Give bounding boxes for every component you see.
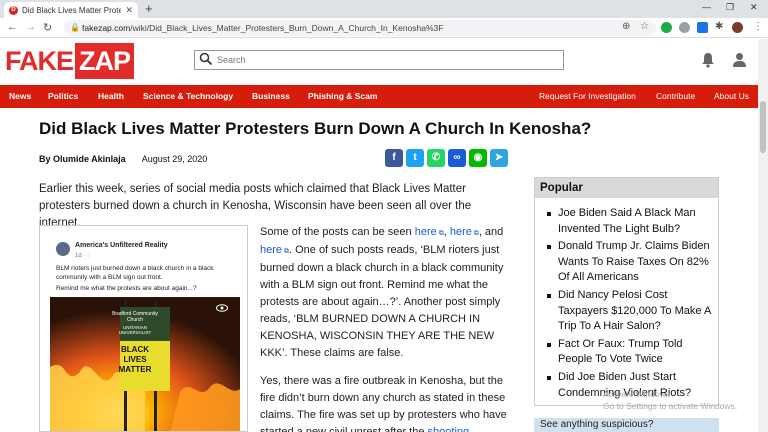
suspicious-widget[interactable]: See anything suspicious? — [534, 418, 719, 432]
sign-blm-text: BLACK LIVES MATTER — [118, 345, 152, 374]
search-input[interactable] — [194, 50, 564, 70]
globe-icon: ◌ — [87, 253, 91, 259]
nav-contribute[interactable]: Contribute — [656, 85, 695, 108]
facebook-share-icon[interactable]: f — [385, 149, 403, 167]
author[interactable]: By Olumide Akinlaja — [39, 154, 126, 164]
scrollbar-thumb[interactable] — [760, 101, 766, 153]
twitter-share-icon[interactable]: t — [406, 149, 424, 167]
popular-title: Popular — [535, 178, 718, 198]
restore-icon[interactable]: ❐ — [726, 2, 734, 13]
site-logo[interactable]: FAKE ZAP — [5, 41, 135, 81]
link-here-3[interactable]: here — [260, 244, 282, 256]
browser-tab[interactable]: D Did Black Lives Matter Protesters ✕ — [4, 2, 138, 18]
link-shooting[interactable]: shooting — [428, 426, 470, 432]
church-fire-photo: Bradford Community Church UNITARIAN UNIV… — [50, 297, 240, 431]
publish-date: August 29, 2020 — [141, 154, 208, 164]
line-share-icon[interactable]: ◉ — [469, 149, 487, 167]
reload-icon[interactable]: ↻ — [43, 21, 52, 34]
window-close-icon[interactable]: ✕ — [750, 2, 758, 13]
url-bar[interactable]: 🔒 fakezap.com/wiki/Did_Black_Lives_Matte… — [64, 20, 656, 36]
post-time: 1d · ◌ — [75, 253, 91, 259]
nav-news[interactable]: News — [9, 85, 31, 108]
article-paragraph-2: Yes, there was a fire outbreak in Kenosh… — [260, 373, 510, 432]
search-icon — [199, 52, 213, 66]
byline: By Olumide Akinlaja August 29, 2020 — [39, 154, 207, 164]
telegram-share-icon[interactable]: ➤ — [490, 149, 508, 167]
close-icon[interactable]: ✕ — [125, 5, 133, 16]
new-tab-icon[interactable]: + — [145, 1, 153, 16]
browser-menu-icon[interactable]: ⋮ — [753, 21, 763, 32]
nav-about-us[interactable]: About Us — [714, 85, 749, 108]
site-header: FAKE ZAP — [0, 39, 758, 85]
link-here-1[interactable]: here — [415, 226, 437, 238]
extension-green-icon[interactable] — [661, 22, 672, 33]
site-favicon-icon: D — [9, 5, 18, 15]
article-body: Some of the posts can be seen here ⧉, he… — [260, 224, 510, 432]
popular-item[interactable]: Did Nancy Pelosi Cost Taxpayers $120,000… — [547, 288, 714, 335]
nav-science-technology[interactable]: Science & Technology — [143, 85, 233, 108]
browser-tab-strip: D Did Black Lives Matter Protesters ✕ + … — [0, 0, 768, 18]
windows-activation-watermark: Activate Windows Go to Settings to activ… — [603, 389, 738, 411]
forward-arrow-icon[interactable]: → — [25, 21, 36, 33]
profile-avatar[interactable] — [732, 22, 743, 33]
url-host: fakezap.com — [82, 23, 131, 33]
embedded-social-post[interactable]: America's Unfiltered Reality 1d · ◌ BLM … — [39, 225, 248, 432]
nav-politics[interactable]: Politics — [48, 85, 78, 108]
article-paragraph-1: Some of the posts can be seen here ⧉, he… — [260, 226, 504, 359]
bell-icon[interactable] — [701, 52, 715, 68]
post-account-name: America's Unfiltered Reality — [75, 242, 168, 249]
minimize-icon[interactable]: — — [702, 2, 711, 12]
whatsapp-share-icon[interactable]: ✆ — [427, 149, 445, 167]
post-text-line1: BLM rioters just burned down a black chu… — [56, 265, 214, 281]
tab-title: Did Black Lives Matter Protesters — [22, 5, 122, 15]
nav-phishing-scam[interactable]: Phishing & Scam — [308, 85, 377, 108]
external-link-icon: ⧉ — [436, 230, 444, 237]
link-here-2[interactable]: here — [450, 226, 472, 238]
main-nav: News Politics Health Science & Technolog… — [0, 85, 758, 108]
user-icon[interactable] — [732, 52, 747, 68]
eye-icon[interactable] — [216, 304, 228, 312]
external-link-icon: ⧉ — [282, 248, 289, 255]
post-text-line2: Remind me what the protests are about ag… — [56, 285, 197, 292]
post-avatar — [56, 242, 70, 256]
page-scrollbar[interactable] — [758, 39, 768, 432]
popular-widget: Popular Joe Biden Said A Black Man Inven… — [534, 177, 719, 406]
extension-blue-icon[interactable] — [697, 22, 708, 33]
sign-denomination: UNITARIAN UNIVERSALIST — [118, 325, 152, 335]
popular-item[interactable]: Fact Or Faux: Trump Told People To Vote … — [547, 337, 714, 368]
popular-item[interactable]: Donald Trump Jr. Claims Biden Wants To R… — [547, 239, 714, 286]
link-share-icon[interactable]: ∞ — [448, 149, 466, 167]
popular-item[interactable]: Joe Biden Said A Black Man Invented The … — [547, 206, 714, 237]
extension-grey-icon[interactable] — [679, 22, 690, 33]
nav-health[interactable]: Health — [98, 85, 124, 108]
bookmark-star-icon[interactable]: ☆ — [640, 21, 649, 32]
sign-church-name: Bradford Community Church — [112, 311, 158, 323]
extensions-puzzle-icon[interactable]: ✱ — [715, 21, 723, 32]
zoom-icon[interactable]: ⊕ — [622, 21, 630, 32]
logo-fake: FAKE — [5, 45, 74, 76]
nav-business[interactable]: Business — [252, 85, 290, 108]
back-arrow-icon[interactable]: ← — [7, 21, 18, 33]
external-link-icon: ⧉ — [471, 230, 479, 237]
url-path: /wiki/Did_Black_Lives_Matter_Protesters_… — [130, 23, 444, 33]
popular-list: Joe Biden Said A Black Man Invented The … — [535, 198, 718, 401]
logo-zap: ZAP — [75, 43, 135, 79]
article-title: Did Black Lives Matter Protesters Burn D… — [39, 119, 592, 138]
address-toolbar: ← → ↻ 🔒 fakezap.com/wiki/Did_Black_Lives… — [0, 18, 768, 38]
lock-icon: 🔒 — [70, 23, 80, 32]
nav-request-investigation[interactable]: Request For Investigation — [539, 85, 636, 108]
